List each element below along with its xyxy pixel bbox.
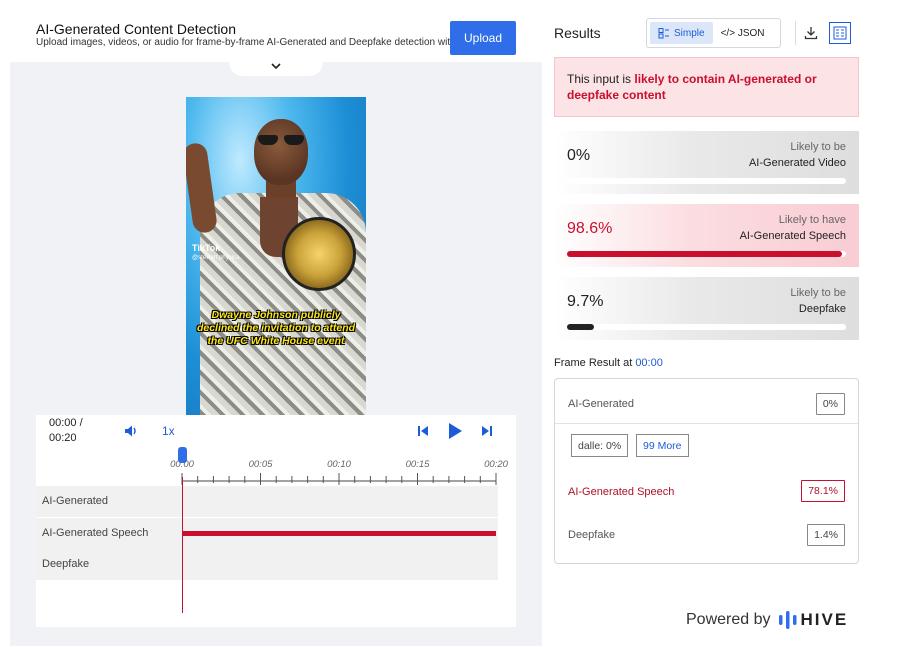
frame-result-title: Frame Result at 00:00 xyxy=(554,357,663,369)
video-sunglasses xyxy=(258,135,304,145)
view-simple-button[interactable]: Simple xyxy=(650,22,713,44)
hive-logo-icon xyxy=(778,611,796,629)
chevron-down-icon xyxy=(271,63,281,70)
track-label: AI-Generated Speech xyxy=(42,527,149,539)
skip-forward-icon[interactable] xyxy=(478,422,496,440)
score-caption: Likely to have xyxy=(778,214,846,226)
video-figure-arm xyxy=(186,141,219,235)
score-bar-track xyxy=(567,324,846,330)
video-caption: Dwayne Johnson publicly declined the inv… xyxy=(196,309,356,347)
powered-by-label: Powered by xyxy=(686,611,771,628)
score-bar-fill xyxy=(567,324,595,330)
score-card-ai-video: 0% Likely to be AI-Generated Video xyxy=(554,131,859,194)
score-card-deepfake: 9.7% Likely to be Deepfake xyxy=(554,277,859,340)
score-caption: Likely to be xyxy=(790,141,846,153)
player-controls: 00:00 / 00:20 1x xyxy=(36,415,516,447)
timeline-track[interactable]: AI-Generated Speech xyxy=(36,518,498,549)
page-subtitle: Upload images, videos, or audio for fram… xyxy=(36,37,465,48)
collapse-toggle[interactable] xyxy=(229,56,323,76)
playhead-line xyxy=(182,477,183,613)
verdict-banner: This input is likely to contain AI-gener… xyxy=(554,57,859,117)
verdict-prefix: This input is xyxy=(567,72,635,86)
toolbar-divider xyxy=(795,21,796,45)
score-category: AI-Generated Speech xyxy=(739,230,846,242)
results-pane: Results Simple </> JSON This input is li… xyxy=(542,0,900,651)
score-caption: Likely to be xyxy=(790,287,846,299)
page-title: AI-Generated Content Detection xyxy=(36,21,237,37)
frame-result-time[interactable]: 00:00 xyxy=(635,357,663,369)
view-json-label: </> JSON xyxy=(720,27,765,39)
view-simple-label: Simple xyxy=(674,27,705,39)
time-current: 00:00 / xyxy=(49,417,83,429)
skip-back-icon[interactable] xyxy=(414,422,432,440)
frame-row-label: Deepfake xyxy=(568,529,616,541)
video-preview[interactable]: TikTok @stewart.physica Dwayne Johnson p… xyxy=(186,97,366,415)
hive-logo[interactable]: HIVE xyxy=(778,610,849,630)
frame-row-value: 0% xyxy=(815,393,845,415)
download-icon[interactable] xyxy=(800,22,822,44)
timeline-track[interactable]: Deepfake xyxy=(36,549,498,580)
tiktok-watermark: TikTok xyxy=(192,243,221,253)
frame-row-value: 78.1% xyxy=(801,480,845,502)
list-icon xyxy=(658,28,669,39)
timeline[interactable]: 00:00 00:05 00:10 00:15 00:20 AI-Generated A… xyxy=(36,447,516,627)
upload-button[interactable]: Upload xyxy=(450,21,516,55)
app-root: AI-Generated Content Detection Upload im… xyxy=(0,0,900,651)
media-pane: AI-Generated Content Detection Upload im… xyxy=(0,0,542,651)
layout-icon[interactable] xyxy=(829,22,851,44)
view-toggle: Simple </> JSON xyxy=(646,18,781,48)
hive-brand-text: HIVE xyxy=(800,610,849,629)
play-icon[interactable] xyxy=(445,421,465,441)
frame-row-label: AI-Generated xyxy=(568,398,635,410)
track-label: AI-Generated xyxy=(42,495,109,507)
frame-row-value: 1.4% xyxy=(807,524,845,546)
tiktok-handle: @stewart.physica xyxy=(192,255,240,261)
divider xyxy=(555,423,858,424)
ruler-tick-label: 00:05 xyxy=(249,459,273,470)
speech-detection-bar xyxy=(182,531,496,536)
score-value: 98.6% xyxy=(567,220,613,237)
media-player: 00:00 / 00:20 1x 00:00 00:05 00:10 00:15… xyxy=(36,415,516,627)
frame-result-panel: AI-Generated 0% dalle: 0% 99 More AI-Gen… xyxy=(554,378,859,564)
track-label: Deepfake xyxy=(42,558,90,570)
score-bar-track xyxy=(567,178,846,184)
score-category: AI-Generated Video xyxy=(748,157,846,169)
score-bar-fill xyxy=(567,251,843,257)
results-title: Results xyxy=(554,25,601,41)
ruler-tick-label: 00:15 xyxy=(406,459,430,470)
video-championship-belt xyxy=(282,217,356,291)
score-value: 9.7% xyxy=(567,293,604,310)
score-card-ai-speech: 98.6% Likely to have AI-Generated Speech xyxy=(554,204,859,267)
ruler-tick-label: 00:10 xyxy=(327,459,351,470)
more-models-button[interactable]: 99 More xyxy=(636,434,689,457)
time-display: 00:00 / 00:20 xyxy=(49,416,103,446)
time-total: 00:20 xyxy=(49,432,77,444)
view-json-button[interactable]: </> JSON xyxy=(713,22,773,44)
frame-result-prefix: Frame Result at xyxy=(554,357,636,369)
score-value: 0% xyxy=(567,147,591,164)
frame-row-label: AI-Generated Speech xyxy=(568,486,675,498)
speed-button[interactable]: 1x xyxy=(162,424,175,438)
volume-icon[interactable] xyxy=(122,422,140,440)
powered-by: Powered by HIVE xyxy=(686,610,848,630)
video-figure-head xyxy=(254,119,308,185)
model-chip: dalle: 0% xyxy=(571,434,629,457)
score-category: Deepfake xyxy=(798,303,846,315)
score-bar-track xyxy=(567,251,846,257)
ruler-tick-label: 00:20 xyxy=(484,459,508,470)
timeline-track[interactable]: AI-Generated xyxy=(36,486,498,517)
playhead-handle[interactable] xyxy=(178,447,187,463)
timeline-ruler: 00:00 00:05 00:10 00:15 00:20 xyxy=(170,459,509,485)
